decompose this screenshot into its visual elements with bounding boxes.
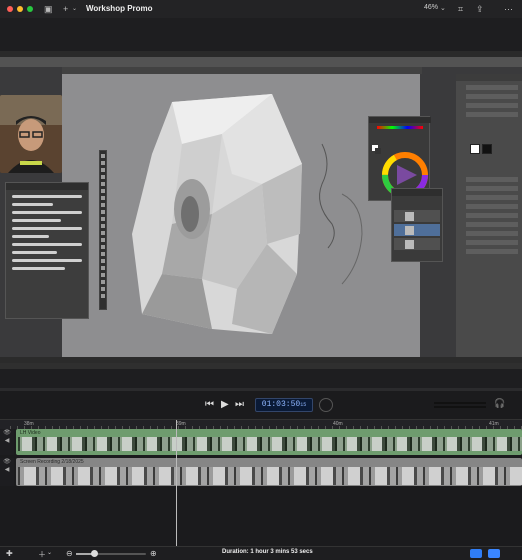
add-track-icon[interactable]: ✚ xyxy=(6,549,13,558)
fullscreen-window-button[interactable] xyxy=(27,6,33,12)
chevron-down-icon[interactable]: ⌄ xyxy=(47,549,52,556)
ps-brushes-panel[interactable] xyxy=(5,182,89,319)
ps-layers-panel[interactable] xyxy=(391,188,443,262)
headphones-icon[interactable]: 🎧 xyxy=(494,398,505,409)
ps-toolbar[interactable] xyxy=(99,150,107,310)
screen-recording-clip[interactable]: Screen Recording 2/18/2025 xyxy=(16,458,522,486)
plus-icon[interactable]: + xyxy=(63,3,68,15)
track-controls-video: 👁 ◀ xyxy=(0,429,14,455)
slider-knob[interactable] xyxy=(90,550,98,557)
ps-canvas xyxy=(62,74,420,357)
presenter-image xyxy=(0,95,62,173)
macos-dock xyxy=(0,363,522,369)
rewind-button[interactable]: ⏮ xyxy=(205,399,214,411)
ps-doc-tabs xyxy=(62,67,422,74)
eye-icon[interactable]: 👁 xyxy=(0,429,14,437)
ps-options-bar xyxy=(0,57,522,67)
zoom-level[interactable]: 46% xyxy=(424,4,438,11)
clip-thumbnails xyxy=(18,437,522,451)
track-controls-screen: 👁 ◀ xyxy=(0,458,14,486)
timecode-value: 01:03:50 xyxy=(261,400,301,409)
ps-properties-panel[interactable] xyxy=(456,74,522,357)
transport-bar: ⏮ ▶ ⏭ 01:03:5015 🎧 xyxy=(0,391,522,419)
sculpt-drawing xyxy=(62,74,420,357)
close-window-button[interactable] xyxy=(7,6,13,12)
more-icon[interactable]: ⋯ xyxy=(504,3,513,15)
audio-meter-right xyxy=(434,406,486,408)
webcam-overlay xyxy=(0,95,62,173)
bottom-bar: ✚ ＋ ⌄ ⊖ ⊕ Duration: 1 hour 3 mins 53 sec… xyxy=(0,546,522,560)
video-preview[interactable] xyxy=(0,18,522,391)
playhead[interactable] xyxy=(176,420,177,546)
title-bar: ▣ + ⌄ Workshop Promo 46% ⌄ ⌗ ⇪ ⋯ xyxy=(0,0,522,18)
chevron-down-icon[interactable]: ⌄ xyxy=(72,3,77,15)
audio-meter-left xyxy=(434,402,486,404)
loop-icon[interactable] xyxy=(319,398,333,412)
chevron-down-icon[interactable]: ⌄ xyxy=(440,3,446,15)
play-button[interactable]: ▶ xyxy=(221,399,229,411)
crop-icon[interactable]: ⌗ xyxy=(458,3,463,15)
minimize-window-button[interactable] xyxy=(17,6,23,12)
duration-label: Duration: 1 hour 3 mins 53 secs xyxy=(222,549,313,555)
timeline-ruler[interactable]: 38m 39m 40m 41m xyxy=(0,419,522,430)
speaker-icon[interactable]: ◀ xyxy=(0,437,14,445)
share-icon[interactable]: ⇪ xyxy=(476,3,484,15)
plus-icon[interactable]: ＋ xyxy=(38,549,46,560)
timecode-frames: 15 xyxy=(300,402,307,408)
zoom-out-icon[interactable]: ⊖ xyxy=(66,549,73,558)
view-mode-button[interactable] xyxy=(470,549,482,558)
app-window: ▣ + ⌄ Workshop Promo 46% ⌄ ⌗ ⇪ ⋯ ⏮ ▶ ⏭ 0… xyxy=(0,0,522,560)
window-title: Workshop Promo xyxy=(86,4,153,13)
eye-icon[interactable]: 👁 xyxy=(0,458,14,466)
screen-recording-frame xyxy=(0,51,522,369)
clip-label: LH Video xyxy=(20,430,41,436)
sidebar-icon[interactable]: ▣ xyxy=(44,3,53,15)
timeline-zoom-slider[interactable] xyxy=(76,550,146,557)
video-clip[interactable]: LH Video xyxy=(16,429,522,455)
clip-label: Screen Recording 2/18/2025 xyxy=(20,459,84,465)
timecode-display: 01:03:5015 xyxy=(255,398,313,412)
snap-button[interactable] xyxy=(488,549,500,558)
timeline-empty-area[interactable] xyxy=(16,489,522,546)
speaker-icon[interactable]: ◀ xyxy=(0,466,14,474)
fast-forward-button[interactable]: ⏭ xyxy=(235,399,244,411)
clip-thumbnails xyxy=(18,467,522,485)
zoom-in-icon[interactable]: ⊕ xyxy=(150,549,157,558)
